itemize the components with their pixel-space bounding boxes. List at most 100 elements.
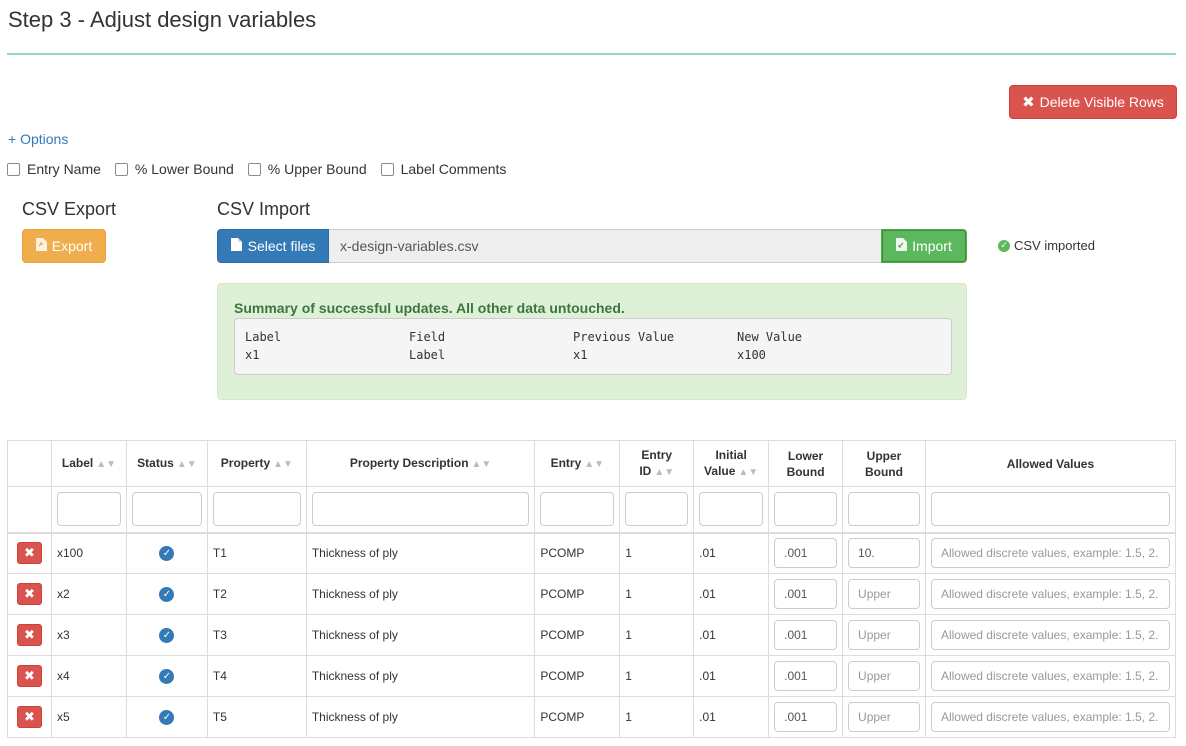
lower-bound-filter-input[interactable] [774, 492, 838, 527]
checkbox-label: Label Comments [400, 161, 507, 177]
options-toggle-link[interactable]: + Options [8, 131, 68, 147]
close-icon: ✖ [1022, 94, 1035, 111]
lower-bound-input[interactable]: .001 [774, 579, 838, 609]
column-header-lower-bound: Lower Bound [768, 440, 844, 487]
checkbox-box[interactable] [114, 162, 128, 176]
checkbox-label: % Upper Bound [267, 161, 367, 177]
column-header-description[interactable]: Property Description ▲▼ [305, 440, 536, 487]
status-filter-input[interactable] [131, 492, 202, 527]
lower-bound-input[interactable]: .001 [774, 702, 838, 732]
delete-row-button[interactable]: ✖ [17, 624, 42, 646]
delete-cell: ✖ [7, 655, 52, 697]
options-checkbox-row: Entry Name % Lower Bound % Upper Bound L… [7, 161, 520, 177]
label-filter-input[interactable] [56, 492, 121, 527]
initial-value-filter-input[interactable] [699, 492, 764, 527]
property-cell: T3 [206, 614, 307, 656]
allowed-values-filter-input[interactable] [930, 492, 1170, 527]
table-row: ✖ x3 ✓ T3 Thickness of ply PCOMP 1.01.001 Upper… [7, 614, 1177, 656]
upper-bound-input[interactable]: Upper [848, 579, 920, 609]
allowed-values-cell: Allowed discrete values, example: 1.5, 2… [924, 696, 1177, 738]
delete-row-button[interactable]: ✖ [17, 706, 42, 728]
label-comments-checkbox[interactable]: Label Comments [380, 161, 507, 177]
column-header-property[interactable]: Property ▲▼ [206, 440, 307, 487]
column-header-entry-id[interactable]: Entry ID ▲▼ [619, 440, 695, 487]
entry-id-filter-input[interactable] [625, 492, 689, 527]
allowed-values-input[interactable]: Allowed discrete values, example: 1.5, 2… [930, 538, 1170, 569]
sort-icon: ▲▼ [96, 458, 117, 470]
entry-id-cell: 1 [619, 696, 695, 738]
entry-id-cell: 1 [619, 573, 695, 615]
export-button[interactable]: Export [22, 229, 106, 263]
delete-row-button[interactable]: ✖ [17, 583, 42, 605]
allowed-values-input[interactable]: Allowed discrete values, example: 1.5, 2… [930, 661, 1170, 691]
column-header-upper-bound: Upper Bound [842, 440, 926, 487]
label-cell: x5 [50, 696, 127, 738]
check-circle-icon: ✓ [159, 586, 175, 602]
summary-column-header: Label [245, 330, 282, 344]
check-circle-icon: ✓ [159, 668, 175, 684]
checkbox-label: Entry Name [27, 161, 101, 177]
sort-icon: ▲▼ [738, 466, 759, 478]
entry-filter-input[interactable] [540, 492, 615, 527]
check-circle-icon: ✓ [159, 545, 175, 561]
table-row: ✖ x2 ✓ T2 Thickness of ply PCOMP 1.01.001 Upper… [7, 573, 1177, 615]
upper-bound-cell: Upper [842, 655, 926, 697]
checkbox-box[interactable] [380, 162, 394, 176]
summary-column-header: Previous Value [573, 330, 675, 344]
entry-name-checkbox[interactable]: Entry Name [7, 161, 101, 177]
summary-header-row: Label Field Previous Value New Value [245, 330, 901, 344]
description-cell: Thickness of ply [305, 573, 536, 615]
sort-icon: ▲▼ [471, 458, 492, 470]
delete-visible-rows-button[interactable]: ✖ Delete Visible Rows [1009, 85, 1177, 119]
upper-bound-input[interactable]: Upper [848, 702, 920, 732]
upper-bound-cell: 10. [842, 532, 926, 574]
description-filter-input[interactable] [311, 492, 530, 527]
allowed-values-cell: Allowed discrete values, example: 1.5, 2… [924, 532, 1177, 574]
select-files-button[interactable]: Select files [217, 229, 329, 263]
selected-file-field[interactable]: x-design-variables.csv [329, 229, 882, 263]
property-cell: T5 [206, 696, 307, 738]
column-header-entry[interactable]: Entry ▲▼ [534, 440, 621, 487]
entry-id-cell: 1 [619, 532, 695, 574]
lower-bound-percent-checkbox[interactable]: % Lower Bound [114, 161, 234, 177]
checkbox-box[interactable] [247, 162, 261, 176]
allowed-values-input[interactable]: Allowed discrete values, example: 1.5, 2… [930, 620, 1170, 650]
csv-import-status: ✓ CSV imported [998, 238, 1095, 253]
allowed-values-input[interactable]: Allowed discrete values, example: 1.5, 2… [930, 702, 1170, 732]
upper-bound-percent-checkbox[interactable]: % Upper Bound [247, 161, 367, 177]
property-filter-input[interactable] [212, 492, 301, 527]
delete-row-button[interactable]: ✖ [17, 542, 42, 565]
entry-id-cell: 1 [619, 614, 695, 656]
csv-import-status-text: CSV imported [1014, 238, 1095, 253]
import-button[interactable]: Import [881, 229, 967, 263]
csv-export-heading: CSV Export [22, 199, 117, 219]
property-cell: T2 [206, 573, 307, 615]
column-header-initial-value[interactable]: Initial Value ▲▼ [693, 440, 770, 487]
property-cell: T4 [206, 655, 307, 697]
delete-row-button[interactable]: ✖ [17, 665, 42, 687]
table-row: ✖ x4 ✓ T4 Thickness of ply PCOMP 1.01.001 Upper… [7, 655, 1177, 697]
sort-icon: ▲▼ [584, 458, 605, 470]
sort-icon: ▲▼ [273, 458, 293, 470]
column-header-allowed-values: Allowed Values [924, 440, 1177, 487]
description-cell: Thickness of ply [305, 696, 536, 738]
upper-bound-input[interactable]: Upper [848, 661, 920, 691]
allowed-values-input[interactable]: Allowed discrete values, example: 1.5, 2… [930, 579, 1170, 609]
upper-bound-input[interactable]: Upper [848, 620, 920, 650]
lower-bound-input[interactable]: .001 [774, 620, 838, 650]
sort-icon: ▲▼ [654, 466, 675, 478]
status-cell: ✓ [125, 655, 208, 697]
delete-cell: ✖ [7, 696, 52, 738]
allowed-values-cell: Allowed discrete values, example: 1.5, 2… [924, 573, 1177, 615]
table-body: ✖ x100 ✓ T1 Thickness of ply PCOMP 1.01.001 10.… [7, 532, 1177, 738]
file-export-icon [35, 238, 47, 254]
column-header-status[interactable]: Status ▲▼ [125, 440, 208, 487]
upper-bound-input[interactable]: 10. [848, 538, 920, 569]
lower-bound-input[interactable]: .001 [774, 538, 838, 569]
column-header-label[interactable]: Label ▲▼ [50, 440, 127, 487]
lower-bound-input[interactable]: .001 [774, 661, 838, 691]
upper-bound-filter-input[interactable] [848, 492, 920, 527]
checkbox-box[interactable] [7, 162, 20, 176]
label-cell: x2 [50, 573, 127, 615]
initial-value-cell: .01 [693, 655, 770, 697]
